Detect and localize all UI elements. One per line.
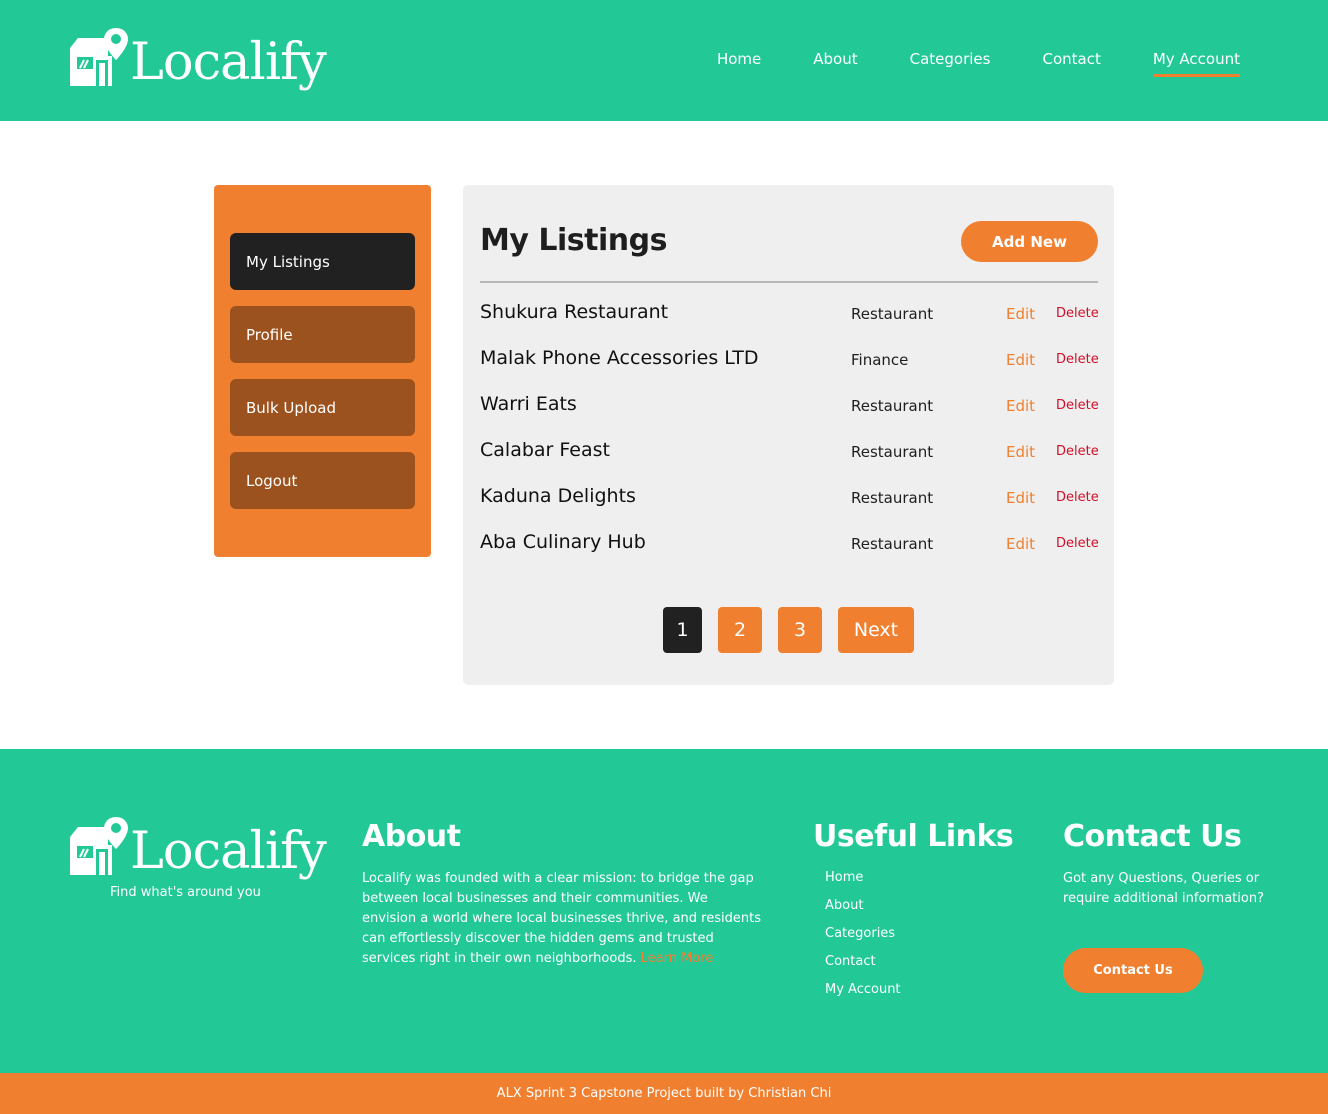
delete-link[interactable]: Delete — [1056, 490, 1099, 505]
delete-link[interactable]: Delete — [1056, 444, 1099, 459]
listing-category: Finance — [851, 351, 909, 369]
footer-link-home[interactable]: Home — [825, 869, 901, 897]
main-nav: Home About Categories Contact My Account — [665, 50, 1241, 77]
listings-panel: My Listings Add New Shukura Restaurant R… — [463, 185, 1114, 685]
page-2-button[interactable]: 2 — [718, 607, 762, 653]
header-logo[interactable]: Localify — [66, 26, 327, 92]
useful-links-heading: Useful Links — [813, 819, 1014, 854]
listing-name: Calabar Feast — [480, 439, 610, 461]
next-page-button[interactable]: Next — [838, 607, 914, 653]
footer-link-about[interactable]: About — [825, 897, 901, 925]
edit-link[interactable]: Edit — [1006, 305, 1035, 323]
table-row: Malak Phone Accessories LTD Finance Edit… — [480, 345, 1099, 375]
about-text: Localify was founded with a clear missio… — [362, 869, 762, 969]
store-location-icon — [70, 28, 128, 86]
delete-link[interactable]: Delete — [1056, 352, 1099, 367]
page-3-button[interactable]: 3 — [778, 607, 822, 653]
table-row: Kaduna Delights Restaurant Edit Delete — [480, 483, 1099, 513]
listing-name: Kaduna Delights — [480, 485, 636, 507]
credit-bar: ALX Sprint 3 Capstone Project built by C… — [0, 1073, 1328, 1114]
table-row: Shukura Restaurant Restaurant Edit Delet… — [480, 299, 1099, 329]
edit-link[interactable]: Edit — [1006, 443, 1035, 461]
listing-category: Restaurant — [851, 397, 934, 415]
edit-link[interactable]: Edit — [1006, 397, 1035, 415]
listing-category: Restaurant — [851, 305, 934, 323]
nav-contact[interactable]: Contact — [1042, 50, 1100, 75]
sidebar-item-my-listings[interactable]: My Listings — [230, 233, 415, 290]
footer-logo[interactable]: Localify — [66, 815, 327, 881]
contact-heading: Contact Us — [1063, 819, 1242, 854]
about-heading: About — [362, 819, 461, 854]
store-location-icon — [70, 817, 128, 875]
credit-text: ALX Sprint 3 Capstone Project built by C… — [496, 1086, 832, 1101]
delete-link[interactable]: Delete — [1056, 398, 1099, 413]
page-1-button[interactable]: 1 — [663, 607, 702, 653]
nav-home[interactable]: Home — [717, 50, 761, 75]
table-row: Calabar Feast Restaurant Edit Delete — [480, 437, 1099, 467]
table-row: Aba Culinary Hub Restaurant Edit Delete — [480, 529, 1099, 559]
contact-us-button[interactable]: Contact Us — [1063, 948, 1203, 993]
brand-name: Localify — [130, 33, 327, 92]
add-new-button[interactable]: Add New — [961, 221, 1098, 262]
divider — [480, 281, 1098, 283]
delete-link[interactable]: Delete — [1056, 536, 1099, 551]
listing-category: Restaurant — [851, 535, 934, 553]
nav-about[interactable]: About — [813, 50, 857, 75]
page-title: My Listings — [480, 223, 667, 258]
account-sidebar: My Listings Profile Bulk Upload Logout — [214, 185, 431, 557]
edit-link[interactable]: Edit — [1006, 489, 1035, 507]
table-row: Warri Eats Restaurant Edit Delete — [480, 391, 1099, 421]
site-footer: Localify Find what's around you About Lo… — [0, 749, 1328, 1073]
listing-name: Aba Culinary Hub — [480, 531, 646, 553]
listing-name: Warri Eats — [480, 393, 577, 415]
footer-link-contact[interactable]: Contact — [825, 953, 901, 981]
edit-link[interactable]: Edit — [1006, 535, 1035, 553]
learn-more-link[interactable]: Learn More — [641, 951, 714, 966]
sidebar-item-logout[interactable]: Logout — [230, 452, 415, 509]
listing-name: Malak Phone Accessories LTD — [480, 347, 759, 369]
useful-links-list: Home About Categories Contact My Account — [825, 869, 901, 1009]
delete-link[interactable]: Delete — [1056, 306, 1099, 321]
sidebar-item-bulk-upload[interactable]: Bulk Upload — [230, 379, 415, 436]
sidebar-item-profile[interactable]: Profile — [230, 306, 415, 363]
brand-name: Localify — [130, 822, 327, 881]
listing-category: Restaurant — [851, 443, 934, 461]
contact-text: Got any Questions, Queries or require ad… — [1063, 871, 1264, 906]
tagline: Find what's around you — [110, 885, 261, 900]
nav-my-account[interactable]: My Account — [1152, 50, 1241, 77]
edit-link[interactable]: Edit — [1006, 351, 1035, 369]
listing-name: Shukura Restaurant — [480, 301, 669, 323]
nav-categories[interactable]: Categories — [910, 50, 991, 75]
footer-link-categories[interactable]: Categories — [825, 925, 901, 953]
site-header: Localify Home About Categories Contact M… — [0, 0, 1328, 121]
listing-category: Restaurant — [851, 489, 934, 507]
footer-link-my-account[interactable]: My Account — [825, 981, 901, 1009]
